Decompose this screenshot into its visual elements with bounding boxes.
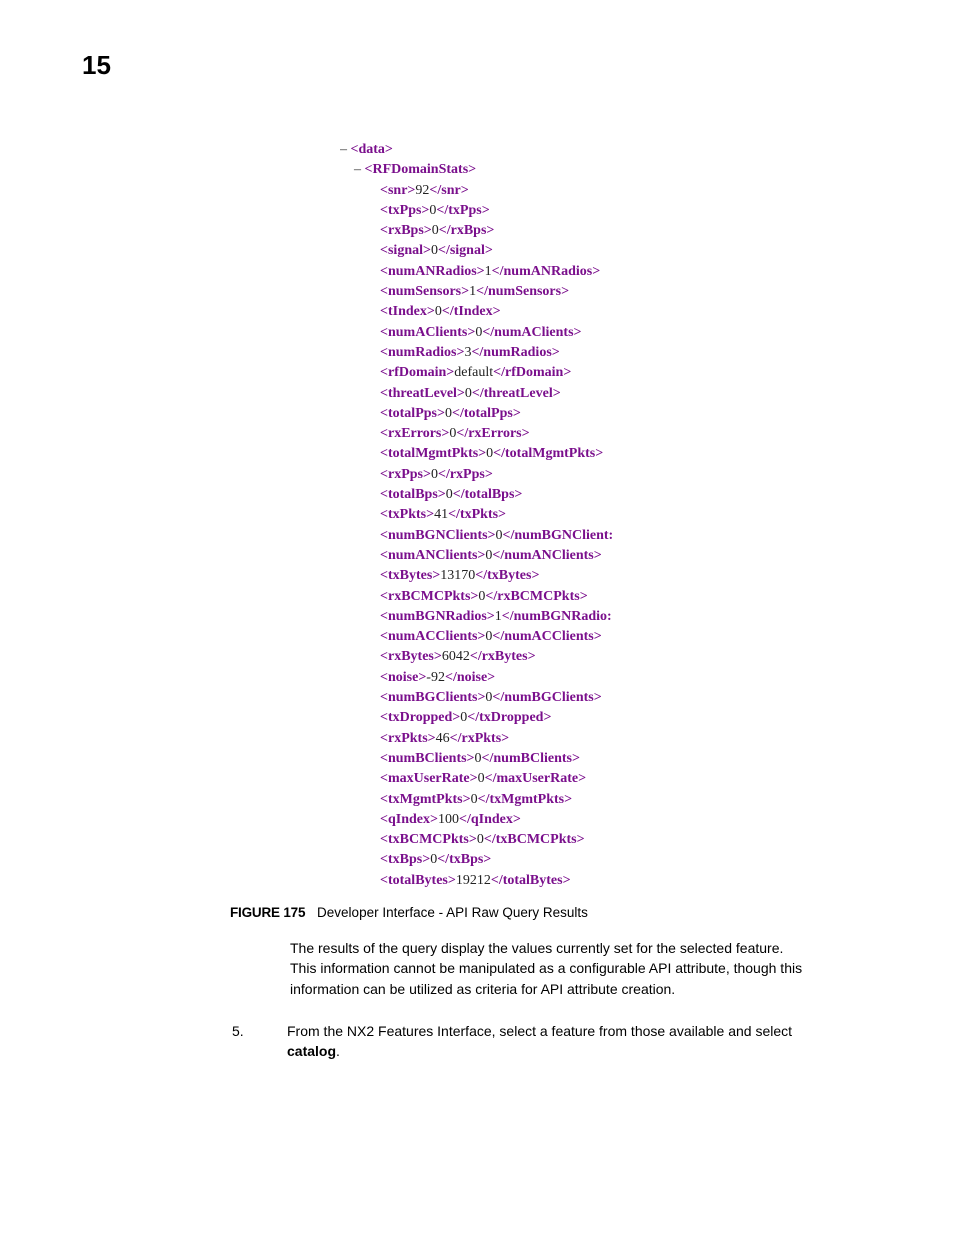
step-text-after: .: [336, 1043, 340, 1059]
figure-caption: FIGURE 175 Developer Interface - API Raw…: [230, 905, 864, 920]
step-number: 5.: [232, 1021, 287, 1062]
figure-title: Developer Interface - API Raw Query Resu…: [317, 905, 588, 920]
step-bold-term: catalog: [287, 1043, 336, 1059]
step-text-before: From the NX2 Features Interface, select …: [287, 1023, 792, 1039]
xml-raw-output: – <data>– <RFDomainStats><snr>92</snr><t…: [340, 140, 750, 891]
step-5: 5. From the NX2 Features Interface, sele…: [232, 1021, 834, 1062]
step-text: From the NX2 Features Interface, select …: [287, 1021, 834, 1062]
document-page: 15 – <data>– <RFDomainStats><snr>92</snr…: [0, 0, 954, 1235]
figure-label: FIGURE 175: [230, 905, 305, 920]
results-description-paragraph: The results of the query display the val…: [290, 938, 804, 999]
chapter-number: 15: [82, 50, 111, 81]
